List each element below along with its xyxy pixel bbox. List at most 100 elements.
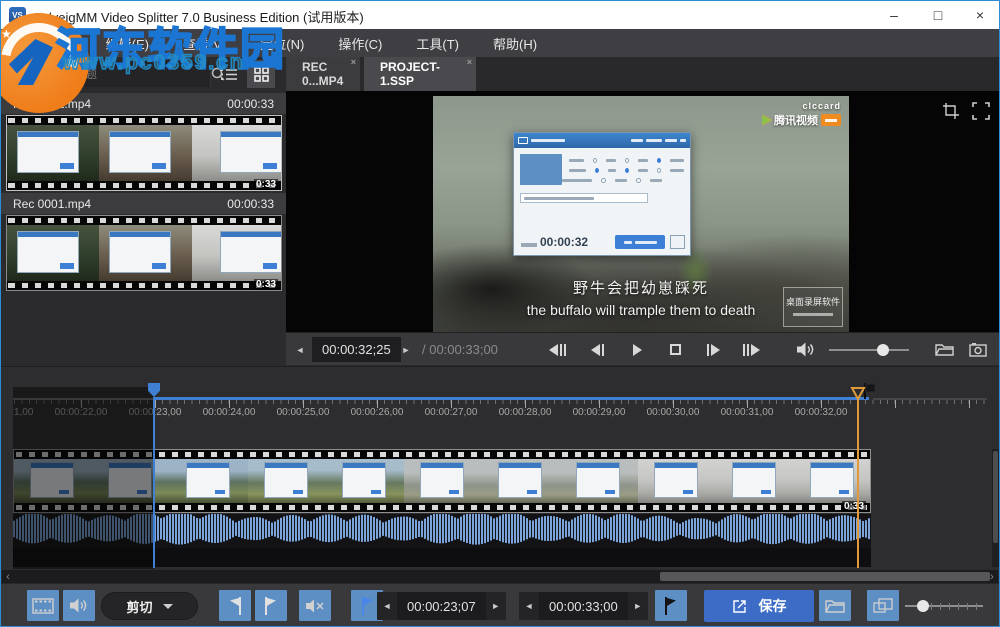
tab-rec-mp4[interactable]: REC 0...MP4 × xyxy=(286,57,360,91)
tab-close-icon[interactable]: × xyxy=(467,58,472,67)
close-button[interactable]: × xyxy=(963,1,997,29)
end-time-increment[interactable]: ► xyxy=(628,592,648,620)
stop-record-button xyxy=(615,235,665,249)
clip-strip-duration: 0:33 xyxy=(254,279,278,290)
start-time-decrement[interactable]: ◄ xyxy=(377,592,397,620)
prev-frame-button[interactable] xyxy=(584,333,610,366)
set-start-marker-button[interactable] xyxy=(219,590,251,621)
bottom-toolbar: 剪切 ◄ 00:00:23;07 ► ◄ 00:00:33;00 ► xyxy=(1,583,999,626)
menu-item-6[interactable]: 工具(T) xyxy=(404,31,471,56)
list-view-icon[interactable] xyxy=(215,60,243,88)
search-input[interactable] xyxy=(43,67,210,81)
menu-bar: 文件(F) 编辑(E) 查看(V) 定位(N) 操作(C) 工具(T) 帮助(H) xyxy=(1,29,999,57)
document-tabs: REC 0...MP4 × PROJECT-1.SSP × xyxy=(286,57,1000,91)
set-end-marker-button[interactable] xyxy=(255,590,287,621)
vertical-scrollbar[interactable] xyxy=(992,449,999,567)
filmstrip-frame[interactable] xyxy=(560,459,638,505)
filmstrip-frame[interactable] xyxy=(192,225,281,281)
ruler-label: 00:00:26,00 xyxy=(337,407,417,418)
vertical-scrollbar-thumb[interactable] xyxy=(993,451,998,543)
filmstrip-frame[interactable] xyxy=(638,459,716,505)
volume-icon[interactable] xyxy=(794,333,818,366)
film-sprockets xyxy=(7,116,281,125)
filmstrip-frame[interactable] xyxy=(716,459,794,505)
storyboard-icon[interactable] xyxy=(27,590,59,621)
filmstrip-frame[interactable] xyxy=(7,225,99,281)
video-frame[interactable]: clccard 腾讯视频 xyxy=(433,96,849,332)
mute-fragment-icon[interactable] xyxy=(299,590,331,621)
ruler-label: 00:00:24,00 xyxy=(189,407,269,418)
play-button[interactable] xyxy=(624,333,650,366)
filmstrip-frame[interactable] xyxy=(248,459,326,505)
scroll-left-icon[interactable]: ‹ xyxy=(2,570,14,583)
dark-marker-icon[interactable] xyxy=(655,590,687,621)
frame-dialog-thumb xyxy=(220,131,281,173)
filmstrip-frame[interactable] xyxy=(482,459,560,505)
clip-filmstrip[interactable]: 0:33 xyxy=(6,115,282,191)
stop-button[interactable] xyxy=(662,333,688,366)
tab-label: REC 0...MP4 xyxy=(302,60,344,88)
add-media-button[interactable]: + xyxy=(7,61,37,87)
timeline[interactable]: 00:00:21,0000:00:22,0000:00:23,0000:00:2… xyxy=(1,366,999,583)
filmstrip-frame[interactable] xyxy=(99,225,191,281)
maximize-button[interactable]: □ xyxy=(921,1,955,29)
horizontal-scrollbar[interactable]: ‹ › xyxy=(2,570,998,583)
end-time-display[interactable]: 00:00:33;00 xyxy=(539,592,628,620)
monitor-icon xyxy=(518,137,528,144)
play-logo-icon xyxy=(762,115,771,125)
title-bar[interactable]: VS SolveigMM Video Splitter 7.0 Business… xyxy=(1,1,999,29)
volume-slider[interactable] xyxy=(829,349,909,351)
next-keyframe-button[interactable] xyxy=(738,333,764,366)
crop-icon[interactable] xyxy=(939,99,963,123)
start-time-increment[interactable]: ► xyxy=(486,592,506,620)
prev-keyframe-button[interactable] xyxy=(544,333,570,366)
menu-item-2[interactable]: 编辑(E) xyxy=(94,31,161,56)
filmstrip-frame[interactable] xyxy=(404,459,482,505)
start-time-display[interactable]: 00:00:23;07 xyxy=(397,592,486,620)
menu-item-1[interactable]: 文件(F) xyxy=(17,31,84,56)
save-button[interactable]: 保存 xyxy=(704,590,814,622)
end-time-decrement[interactable]: ◄ xyxy=(519,592,539,620)
frame-dialog-thumb xyxy=(342,462,386,498)
volume-slider-knob[interactable] xyxy=(877,344,889,356)
filmstrip-frame[interactable] xyxy=(99,125,191,181)
chevron-down-icon xyxy=(163,604,173,609)
audio-tracks-icon[interactable] xyxy=(63,590,95,621)
menu-item-4[interactable]: 定位(N) xyxy=(248,31,316,56)
next-frame-button[interactable] xyxy=(700,333,726,366)
time-step-forward-button[interactable]: ► xyxy=(396,333,416,366)
grid-view-icon[interactable] xyxy=(247,60,275,88)
video-brand-watermark: clccard 腾讯视频 xyxy=(762,101,841,128)
recorder-dialog-titlebar xyxy=(514,133,690,148)
edit-mode-dropdown[interactable]: 剪切 xyxy=(101,592,198,620)
media-panel: + Rec 0001.mp4 00:00:33 xyxy=(1,57,286,366)
tab-close-icon[interactable]: × xyxy=(351,58,356,67)
scroll-right-icon[interactable]: › xyxy=(986,570,998,583)
ruler-label: 00:00:32,00 xyxy=(781,407,861,418)
filmstrip-frame[interactable] xyxy=(192,125,281,181)
window-title: SolveigMM Video Splitter 7.0 Business Ed… xyxy=(33,7,364,26)
menu-item-7[interactable]: 帮助(H) xyxy=(481,31,549,56)
fullscreen-icon[interactable] xyxy=(969,99,993,123)
snapshot-icon[interactable] xyxy=(965,333,991,366)
filmstrip-frame[interactable] xyxy=(7,125,99,181)
timer-label-blur xyxy=(521,243,537,247)
tab-project-ssp[interactable]: PROJECT-1.SSP × xyxy=(364,57,476,91)
horizontal-scrollbar-thumb[interactable] xyxy=(660,572,990,581)
menu-item-3[interactable]: 查看(V) xyxy=(171,31,238,56)
clip-header[interactable]: Rec 0001.mp4 00:00:33 xyxy=(1,193,286,214)
search-box[interactable] xyxy=(43,61,211,87)
open-folder-icon[interactable] xyxy=(931,333,957,366)
clip-header[interactable]: Rec 0001.mp4 00:00:33 xyxy=(1,93,286,114)
menu-item-5[interactable]: 操作(C) xyxy=(326,31,394,56)
output-folder-icon[interactable] xyxy=(819,590,851,621)
filmstrip-frame[interactable] xyxy=(170,459,248,505)
filmstrip-frame[interactable] xyxy=(794,459,871,505)
media-panel-toolbar: + xyxy=(1,57,286,91)
clip-filmstrip[interactable]: 0:33 xyxy=(6,215,282,291)
minimize-button[interactable]: – xyxy=(877,1,911,29)
time-step-back-button[interactable]: ◄ xyxy=(290,333,310,366)
filmstrip-frame[interactable] xyxy=(326,459,404,505)
film-sprockets xyxy=(7,181,281,190)
timeline-zoom-knob[interactable] xyxy=(917,600,929,612)
